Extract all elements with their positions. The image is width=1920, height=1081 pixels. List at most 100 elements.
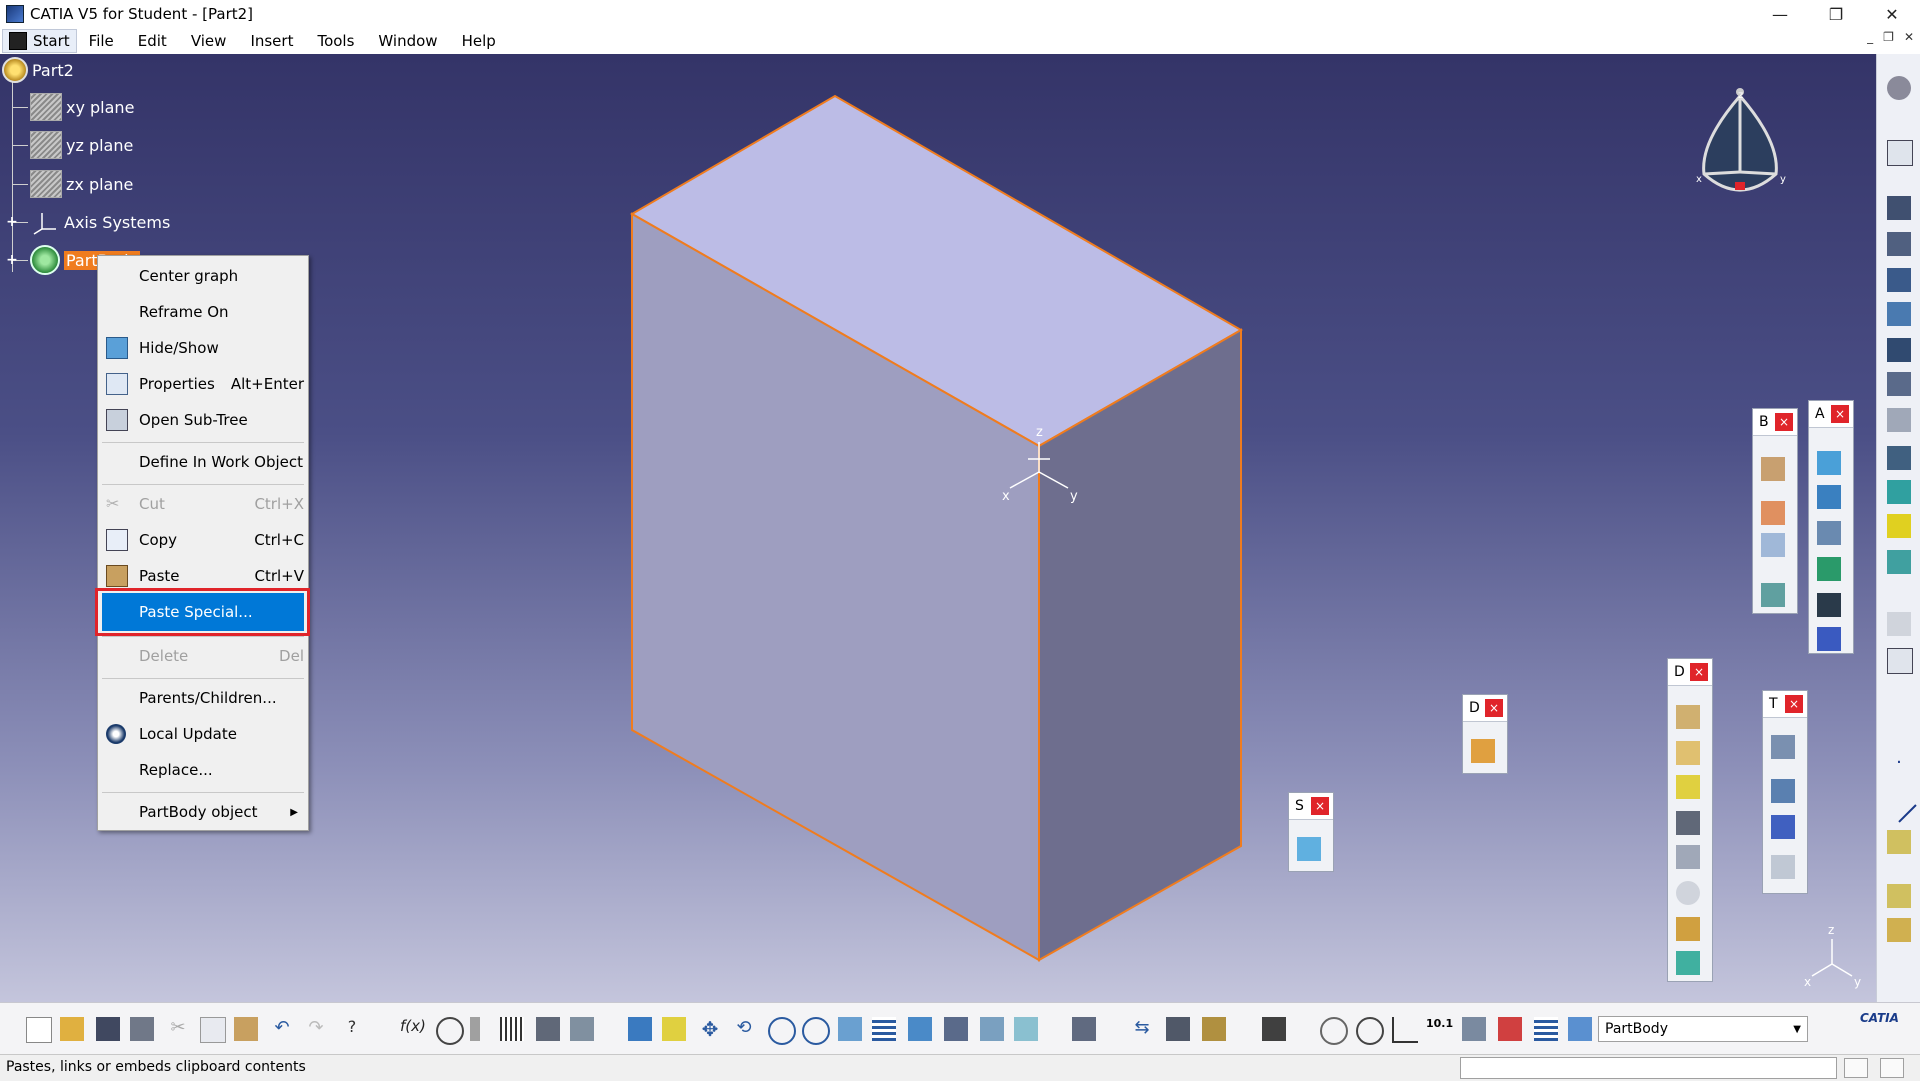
tree-item-axis-systems[interactable]: Axis Systems — [30, 210, 170, 235]
minimize-button[interactable]: — — [1752, 0, 1808, 28]
iso-view-icon[interactable] — [908, 1017, 932, 1041]
save-icon[interactable] — [96, 1017, 120, 1041]
menu-item-properties[interactable]: Properties Alt+Enter — [98, 367, 308, 401]
measure-inertia-icon[interactable] — [1202, 1017, 1226, 1041]
hole-icon[interactable] — [1887, 302, 1911, 326]
point-icon[interactable]: · — [1887, 752, 1911, 776]
tool-icon[interactable] — [1817, 521, 1841, 545]
tool-icon[interactable] — [1817, 557, 1841, 581]
multi-pad-icon[interactable] — [1887, 446, 1911, 470]
undo-icon[interactable]: ↶ — [270, 1017, 294, 1041]
palette-close-button[interactable]: × — [1785, 695, 1803, 713]
compass-icon[interactable]: z x y — [1690, 82, 1800, 222]
tool-icon[interactable] — [1761, 533, 1785, 557]
tool-icon[interactable] — [1817, 451, 1841, 475]
cut-icon[interactable]: ✂ — [166, 1017, 190, 1041]
hide-show-icon[interactable] — [980, 1017, 1004, 1041]
tool-icon[interactable] — [1676, 951, 1700, 975]
menu-item-replace[interactable]: Replace... — [98, 753, 308, 787]
paste-icon[interactable] — [234, 1017, 258, 1041]
line-icon[interactable] — [1881, 787, 1917, 823]
tool-icon[interactable] — [1676, 917, 1700, 941]
view-icon[interactable] — [1887, 612, 1911, 636]
update-icon[interactable] — [1072, 1017, 1096, 1041]
catalog-icon[interactable] — [536, 1017, 560, 1041]
axis-system-icon[interactable] — [1392, 1017, 1418, 1043]
scan-icon[interactable] — [1568, 1017, 1592, 1041]
tool-icon[interactable] — [1771, 779, 1795, 803]
shaft-icon[interactable] — [1887, 268, 1911, 292]
current-body-select[interactable]: PartBody ▼ — [1598, 1016, 1808, 1042]
menu-item-hide-show[interactable]: Hide/Show — [98, 331, 308, 365]
work-on-support-icon[interactable] — [1462, 1017, 1486, 1041]
menu-item-partbody-object[interactable]: PartBody object ▶ — [98, 795, 308, 829]
tool-icon[interactable] — [1761, 501, 1785, 525]
measure-item-icon[interactable] — [1166, 1017, 1190, 1041]
tool-icon[interactable] — [1676, 881, 1700, 905]
rotate-icon[interactable]: ⟲ — [732, 1017, 756, 1041]
comment-icon[interactable] — [436, 1017, 464, 1045]
tool-icon[interactable] — [1676, 811, 1700, 835]
menu-edit[interactable]: Edit — [126, 32, 179, 50]
multi-view-icon[interactable] — [872, 1017, 896, 1041]
start-menu-button[interactable]: Start — [2, 29, 77, 53]
menu-item-parents-children[interactable]: Parents/Children... — [98, 681, 308, 715]
tool-icon[interactable] — [1771, 735, 1795, 759]
menu-insert[interactable]: Insert — [238, 32, 305, 50]
menu-window[interactable]: Window — [366, 32, 449, 50]
pocket-icon[interactable] — [1887, 232, 1911, 256]
tool-icon[interactable] — [1771, 855, 1795, 879]
gear-icon[interactable] — [1887, 76, 1911, 100]
tool-icon[interactable] — [1771, 815, 1795, 839]
snap-icon[interactable] — [1498, 1017, 1522, 1041]
menu-item-copy[interactable]: Copy Ctrl+C — [98, 523, 308, 557]
loft-icon[interactable] — [1887, 480, 1911, 504]
menu-view[interactable]: View — [179, 32, 239, 50]
knowledge-icon[interactable] — [470, 1017, 480, 1041]
copy-icon[interactable] — [200, 1017, 226, 1043]
menu-help[interactable]: Help — [450, 32, 508, 50]
groove-icon[interactable] — [1887, 338, 1911, 362]
menu-item-cut[interactable]: ✂ Cut Ctrl+X — [98, 487, 308, 521]
status-button-1[interactable] — [1844, 1058, 1868, 1078]
tool-icon[interactable] — [1676, 845, 1700, 869]
menu-file[interactable]: File — [77, 32, 126, 50]
open-icon[interactable] — [60, 1017, 84, 1041]
doc-restore-button[interactable]: ❐ — [1883, 30, 1894, 44]
pad-icon[interactable] — [1887, 196, 1911, 220]
palette-close-button[interactable]: × — [1775, 413, 1793, 431]
palette-close-button[interactable]: × — [1690, 663, 1708, 681]
swap-visible-icon[interactable] — [1014, 1017, 1038, 1041]
tool-icon[interactable] — [1761, 457, 1785, 481]
sketch-icon[interactable] — [1887, 140, 1913, 166]
slot-icon[interactable] — [1887, 408, 1911, 432]
measure-between-icon[interactable]: ⇆ — [1130, 1017, 1154, 1041]
tree-root-part2[interactable]: Part2 — [2, 57, 74, 83]
rib-icon[interactable] — [1887, 372, 1911, 396]
maximize-button[interactable]: ❐ — [1808, 0, 1864, 28]
tree-item-yz-plane[interactable]: yz plane — [30, 131, 133, 159]
table-icon[interactable] — [500, 1017, 524, 1041]
tool-icon[interactable] — [1676, 705, 1700, 729]
formula-icon[interactable]: f(x) — [400, 1017, 426, 1041]
redo-icon[interactable]: ↷ — [304, 1017, 328, 1041]
fit-all-icon[interactable] — [662, 1017, 686, 1041]
menu-item-local-update[interactable]: Local Update — [98, 717, 308, 751]
globe-icon[interactable] — [1356, 1017, 1384, 1045]
tool-icon[interactable] — [1817, 627, 1841, 651]
solid-combine-icon[interactable] — [1887, 514, 1911, 538]
pan-icon[interactable]: ✥ — [698, 1017, 722, 1041]
palette-close-button[interactable]: × — [1311, 797, 1329, 815]
menu-tools[interactable]: Tools — [305, 32, 366, 50]
measure-icon[interactable] — [1887, 918, 1911, 942]
menu-item-define-in-work-object[interactable]: Define In Work Object — [98, 445, 308, 479]
status-button-2[interactable] — [1880, 1058, 1904, 1078]
tool-icon[interactable] — [1471, 739, 1495, 763]
tree-expander-axis-systems[interactable]: + — [6, 215, 18, 229]
fly-mode-icon[interactable] — [628, 1017, 652, 1041]
zoom-out-icon[interactable] — [802, 1017, 830, 1045]
stiffener-icon[interactable] — [1887, 550, 1911, 574]
tree-item-xy-plane[interactable]: xy plane — [30, 93, 134, 121]
new-icon[interactable] — [26, 1017, 52, 1043]
print-icon[interactable] — [130, 1017, 154, 1041]
